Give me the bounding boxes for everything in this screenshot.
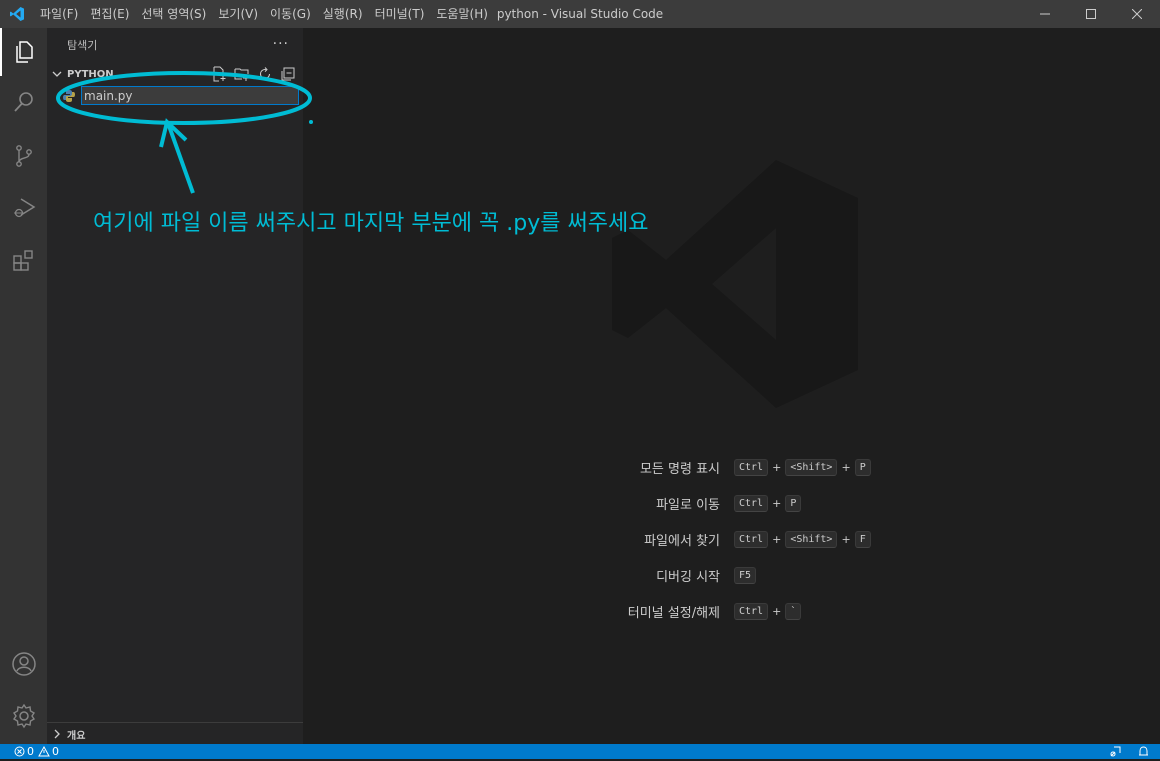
key: Ctrl [734,530,769,548]
shortcut-find-in-files: 파일에서 찾기 Ctrl + <Shift> + F [533,529,1133,549]
key: P [785,494,802,512]
shortcut-show-commands: 모든 명령 표시 Ctrl + <Shift> + P [533,457,1133,477]
minimize-button[interactable] [1022,0,1068,28]
active-indicator [0,28,2,76]
key: <Shift> [785,458,838,476]
folder-actions [209,64,297,84]
key: Ctrl [734,494,769,512]
activity-bar [0,28,47,744]
shortcut-toggle-terminal: 터미널 설정/해제 Ctrl + ` [533,601,1133,621]
key: F [854,530,871,548]
key: <Shift> [785,530,838,548]
menu-edit[interactable]: 편집(E) [84,0,135,28]
shortcut-go-to-file: 파일로 이동 Ctrl + P [533,493,1133,513]
shortcut-label: 파일에서 찾기 [644,533,720,549]
menu-bar: 파일(F) 편집(E) 선택 영역(S) 보기(V) 이동(G) 실행(R) 터… [34,0,494,28]
maximize-button[interactable] [1068,0,1114,28]
menu-go[interactable]: 이동(G) [264,0,317,28]
folder-name: PYTHON [67,68,114,80]
minimize-icon [1040,13,1050,15]
annotation-text: 여기에 파일 이름 써주시고 마지막 부분에 꼭 .py를 써주세요 [93,211,649,236]
more-actions-icon[interactable]: ··· [273,28,289,63]
run-debug-icon[interactable] [0,184,47,232]
shortcut-label: 파일로 이동 [656,497,720,513]
menu-help[interactable]: 도움말(H) [430,0,494,28]
shortcut-keys: F5 [734,566,757,584]
source-control-icon[interactable] [0,132,47,180]
close-button[interactable] [1114,0,1160,28]
menu-selection[interactable]: 선택 영역(S) [135,0,212,28]
new-file-name-input[interactable] [81,86,299,105]
accounts-icon[interactable] [0,640,47,688]
shortcut-label: 디버깅 시작 [656,569,720,585]
warning-count: 0 [52,745,59,758]
shortcut-keys: Ctrl + <Shift> + F [734,530,871,548]
outline-section-header[interactable]: 개요 [47,722,303,745]
collapse-all-icon[interactable] [278,65,297,84]
error-icon [14,746,25,757]
explorer-icon[interactable] [0,28,47,76]
sidebar-title: 탐색기 [67,39,98,52]
menu-view[interactable]: 보기(V) [212,0,264,28]
shortcut-keys: Ctrl + P [734,494,802,512]
error-count: 0 [27,745,34,758]
shortcut-start-debugging: 디버깅 시작 F5 [533,565,1133,585]
python-file-icon [62,88,76,107]
warning-icon [38,746,50,757]
chevron-down-icon [47,69,67,79]
problems-status[interactable]: 0 0 [14,745,59,758]
refresh-icon[interactable] [255,65,274,84]
shortcut-keys: Ctrl + <Shift> + P [734,458,871,476]
vscode-logo-icon [0,0,34,28]
extensions-icon[interactable] [0,236,47,284]
title-bar: 파일(F) 편집(E) 선택 영역(S) 보기(V) 이동(G) 실행(R) 터… [0,0,1160,28]
new-folder-icon[interactable] [232,65,251,84]
menu-terminal[interactable]: 터미널(T) [369,0,431,28]
window-controls [1022,0,1160,28]
manage-gear-icon[interactable] [0,692,47,740]
close-icon [1132,9,1142,19]
search-icon[interactable] [0,78,47,126]
new-file-icon[interactable] [209,65,228,84]
key: ` [785,602,802,620]
editor-area: 모든 명령 표시 Ctrl + <Shift> + P 파일로 이동 Ctrl + P… [303,28,1160,744]
key: Ctrl [734,602,769,620]
status-bar: 0 0 [0,744,1160,759]
key: F5 [734,566,757,584]
explorer-sidebar: 탐색기 ··· PYTHON 개요 [47,28,303,744]
key: Ctrl [734,458,769,476]
shortcut-keys: Ctrl + ` [734,602,802,620]
shortcut-label: 모든 명령 표시 [639,461,720,477]
key: P [854,458,871,476]
menu-file[interactable]: 파일(F) [34,0,84,28]
shortcut-label: 터미널 설정/해제 [627,605,720,621]
menu-run[interactable]: 실행(R) [317,0,369,28]
new-file-row [47,86,303,108]
vscode-watermark-icon [612,160,858,408]
chevron-right-icon [47,729,67,739]
outline-label: 개요 [67,730,86,742]
maximize-icon [1086,9,1096,19]
